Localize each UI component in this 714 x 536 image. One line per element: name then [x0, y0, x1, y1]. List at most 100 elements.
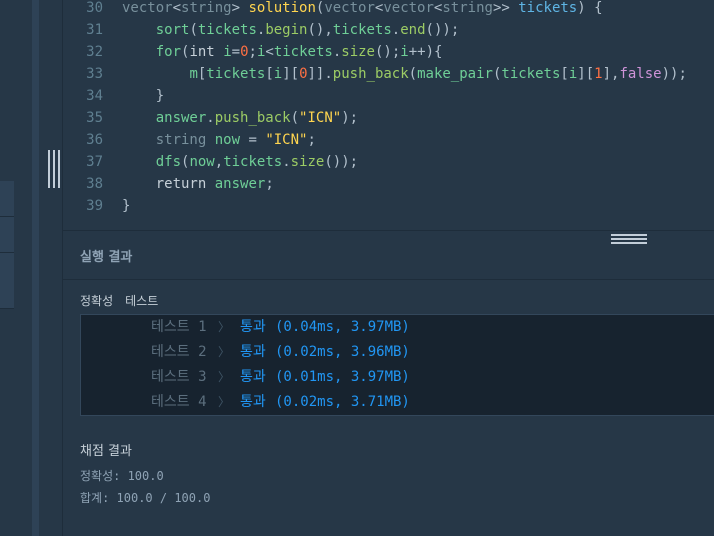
test-result-box: 테스트 1 〉 통과 (0.04ms, 3.97MB) 테스트 2 〉 통과 (0.02ms,… — [80, 314, 714, 416]
panel-divider — [63, 230, 714, 231]
test-status: 통과 — [240, 319, 266, 335]
vertical-resize-handle[interactable] — [48, 150, 60, 188]
line-number: 37 — [86, 154, 103, 170]
code-token: . — [391, 22, 401, 38]
code-token: ], — [602, 66, 620, 82]
code-token: ()); — [425, 22, 460, 38]
code-token: end — [400, 22, 426, 38]
code-token: tickets — [518, 0, 578, 16]
code-token: 0 — [299, 66, 308, 82]
tab-test[interactable]: 테스트 — [125, 294, 158, 308]
code-token: vector — [122, 0, 173, 16]
code-token: push_back — [214, 110, 291, 126]
code-token: tickets — [273, 44, 333, 60]
test-detail: (0.04ms, 3.97MB) — [275, 319, 410, 335]
rail-tab[interactable] — [0, 253, 14, 309]
tab-accuracy[interactable]: 정확성 — [80, 294, 113, 308]
code-token: now — [189, 154, 215, 170]
run-result-title: 실행 결과 — [80, 250, 133, 265]
code-token: ) { — [577, 0, 603, 16]
code-token: < — [265, 44, 274, 60]
code-token: "ICN" — [299, 110, 342, 126]
code-token: ; — [265, 176, 274, 192]
code-token: ; — [307, 132, 316, 148]
code-token: ; — [248, 44, 257, 60]
code-token: size — [290, 154, 325, 170]
code-token: 0 — [240, 44, 249, 60]
rail-tab[interactable] — [0, 217, 14, 253]
code-token: answer — [155, 110, 207, 126]
test-detail: (0.01ms, 3.97MB) — [275, 369, 410, 385]
code-token: ( — [290, 110, 300, 126]
test-status: 통과 — [240, 344, 266, 360]
code-token: string — [181, 0, 232, 16]
code-token: string — [442, 0, 493, 16]
line-number: 38 — [86, 176, 103, 192]
code-token: false — [619, 66, 662, 82]
code-token: } — [122, 198, 131, 214]
code-token: = — [240, 132, 266, 148]
code-token: for — [155, 44, 182, 60]
grading-total: 합계: 100.0 / 100.0 — [80, 491, 211, 505]
code-token: size — [341, 44, 375, 60]
test-detail: (0.02ms, 3.96MB) — [275, 344, 410, 360]
code-token: tickets — [501, 66, 561, 82]
code-text: for(int i=0;i<tickets.size();i++){ — [122, 41, 443, 63]
test-status: 통과 — [240, 369, 266, 385]
code-text: m[tickets[i][0]].push_back(make_pair(tic… — [122, 63, 687, 85]
code-text: return answer; — [122, 173, 274, 195]
code-token: (); — [374, 44, 401, 60]
code-token: string — [155, 132, 207, 148]
code-editor[interactable]: 30 vector<string> solution(vector<vector<… — [63, 0, 714, 230]
code-token: 1 — [594, 66, 603, 82]
chevron-right-icon: 〉 — [218, 395, 231, 409]
code-token: answer — [214, 176, 266, 192]
code-text: vector<string> solution(vector<vector<st… — [122, 0, 603, 19]
gutter-strip — [32, 0, 39, 536]
line-number: 39 — [86, 198, 103, 214]
code-token: . — [332, 44, 342, 60]
line-number: 35 — [86, 110, 103, 126]
code-token: vector — [383, 0, 434, 16]
code-token: >> — [492, 0, 519, 16]
code-token: (), — [307, 22, 333, 38]
code-token: sort — [155, 22, 190, 38]
code-token: = — [231, 44, 241, 60]
test-label: 테스트 1 — [151, 319, 207, 335]
result-tabs: 정확성 테스트 — [80, 292, 170, 309]
rail-tab[interactable] — [0, 181, 14, 217]
left-rail — [0, 0, 14, 536]
code-token: ]]. — [307, 66, 333, 82]
code-token: )); — [661, 66, 687, 82]
code-token: tickets — [223, 154, 283, 170]
horizontal-resize-handle[interactable] — [611, 234, 647, 244]
code-token: int — [189, 44, 215, 60]
code-text: string now = "ICN"; — [122, 129, 316, 151]
code-token: ()); — [324, 154, 359, 170]
code-token: ( — [189, 22, 198, 38]
test-detail: (0.02ms, 3.71MB) — [275, 394, 410, 410]
line-number: 36 — [86, 132, 103, 148]
code-token: tickets — [332, 22, 392, 38]
test-label: 테스트 3 — [151, 369, 207, 385]
code-token: ][ — [282, 66, 300, 82]
test-status: 통과 — [240, 394, 266, 410]
code-token: "ICN" — [265, 132, 308, 148]
code-token: ][ — [577, 66, 595, 82]
code-token: m — [189, 66, 198, 82]
code-token: > — [231, 0, 249, 16]
grading-accuracy: 정확성: 100.0 — [80, 469, 164, 483]
test-label: 테스트 4 — [151, 394, 207, 410]
code-token: begin — [265, 22, 308, 38]
code-token: [ — [265, 66, 274, 82]
code-text: answer.push_back("ICN"); — [122, 107, 358, 129]
code-text: dfs(now,tickets.size()); — [122, 151, 358, 173]
code-token: make_pair — [417, 66, 493, 82]
